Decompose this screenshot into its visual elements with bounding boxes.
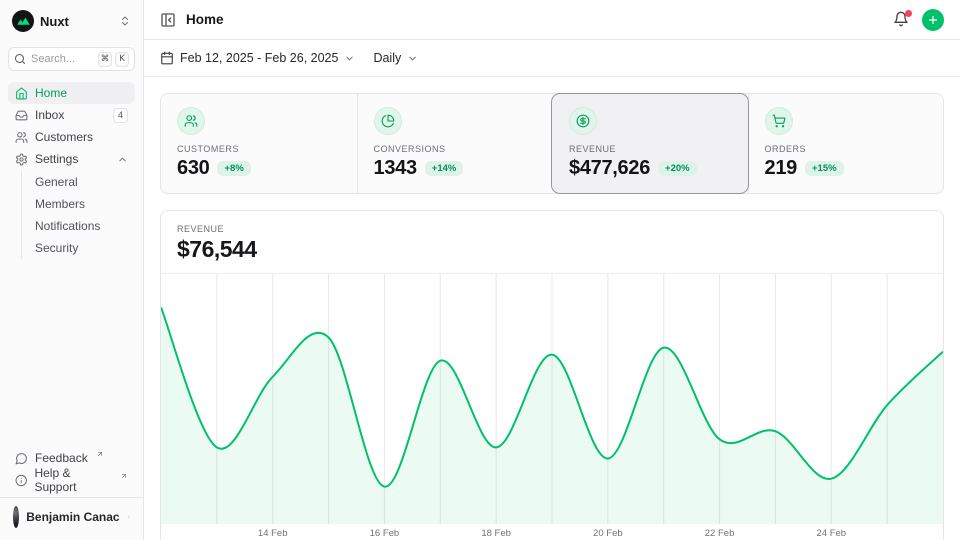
x-axis-tick: 20 Feb: [593, 528, 623, 539]
sidebar-item-security[interactable]: Security: [32, 237, 135, 259]
revenue-chart-plot[interactable]: [161, 274, 943, 524]
dashboard-content: CUSTOMERS 630 +8% CONVERSIONS 1343 +14%: [144, 77, 960, 540]
stat-value: 630: [177, 157, 209, 180]
stat-icon-chip: [177, 107, 205, 135]
sidebar-item-label: Inbox: [35, 108, 64, 122]
notifications-button[interactable]: [893, 11, 910, 28]
search-input[interactable]: [31, 53, 83, 65]
stat-card-conversions[interactable]: CONVERSIONS 1343 +14%: [357, 94, 553, 193]
workspace-name: Nuxt: [40, 14, 113, 29]
settings-sub-nav: General Members Notifications Security: [21, 171, 135, 259]
users-icon: [184, 114, 198, 128]
workspace-switcher[interactable]: Nuxt: [8, 8, 135, 34]
stat-icon-chip: [569, 107, 597, 135]
calendar-icon: [160, 51, 174, 65]
chart-x-axis: 14 Feb 16 Feb 18 Feb 20 Feb 22 Feb 24 Feb: [161, 524, 943, 540]
stat-label: REVENUE: [569, 144, 732, 154]
x-axis-tick: 16 Feb: [370, 528, 400, 539]
users-icon: [15, 131, 28, 144]
sidebar: Nuxt ⌘ K Home Inbox 4 Customers Settings: [0, 0, 144, 540]
nuxt-logo-icon: [12, 10, 34, 32]
date-range-picker[interactable]: Feb 12, 2025 - Feb 26, 2025: [160, 51, 355, 65]
chart-pie-icon: [381, 114, 395, 128]
gear-icon: [15, 153, 28, 166]
interval-value: Daily: [373, 51, 401, 65]
sidebar-item-notifications[interactable]: Notifications: [32, 215, 135, 237]
revenue-chart-card: REVENUE $76,544 14 Feb 16 Feb 18 Feb 20 Feb…: [160, 210, 944, 540]
sidebar-item-label: Settings: [35, 152, 78, 166]
stat-delta-badge: +8%: [217, 161, 250, 176]
stat-label: CUSTOMERS: [177, 144, 341, 154]
arrow-up-right-icon: [120, 472, 128, 480]
stat-label: ORDERS: [765, 144, 928, 154]
date-range-value: Feb 12, 2025 - Feb 26, 2025: [180, 51, 338, 65]
kbd-k: K: [115, 52, 129, 67]
chart-metric-label: REVENUE: [177, 224, 927, 234]
chevron-down-icon: [407, 53, 418, 64]
info-icon: [15, 474, 27, 487]
stat-icon-chip: [374, 107, 402, 135]
stat-delta-badge: +15%: [805, 161, 844, 176]
arrow-up-right-icon: [96, 450, 104, 458]
interval-select[interactable]: Daily: [373, 51, 418, 65]
sidebar-item-customers[interactable]: Customers: [8, 126, 135, 148]
top-bar: Home: [144, 0, 960, 40]
user-name: Benjamin Canac: [26, 510, 119, 524]
stat-icon-chip: [765, 107, 793, 135]
inbox-count-badge: 4: [113, 108, 128, 123]
chart-metric-value: $76,544: [177, 236, 927, 263]
chevrons-up-down-icon: [119, 15, 131, 27]
stats-row: CUSTOMERS 630 +8% CONVERSIONS 1343 +14%: [160, 93, 944, 194]
home-icon: [15, 87, 28, 100]
main-area: Home Feb 12, 2025 - Feb 26, 2025 Daily: [144, 0, 960, 540]
filter-toolbar: Feb 12, 2025 - Feb 26, 2025 Daily: [144, 40, 960, 77]
page-title: Home: [186, 12, 224, 27]
x-axis-tick: 22 Feb: [705, 528, 735, 539]
x-axis-tick: 14 Feb: [258, 528, 288, 539]
inbox-icon: [15, 109, 28, 122]
footer-link-label: Help & Support: [34, 466, 112, 494]
stat-label: CONVERSIONS: [374, 144, 537, 154]
sidebar-item-general[interactable]: General: [32, 171, 135, 193]
sidebar-item-members[interactable]: Members: [32, 193, 135, 215]
sidebar-item-label: Customers: [35, 130, 93, 144]
top-bar-actions: [893, 9, 944, 31]
x-axis-tick: 18 Feb: [481, 528, 511, 539]
user-menu[interactable]: Benjamin Canac: [8, 498, 135, 532]
stat-delta-badge: +20%: [658, 161, 697, 176]
stat-value: 1343: [374, 157, 417, 180]
user-avatar: [13, 506, 19, 528]
search-shortcut: ⌘ K: [98, 52, 129, 67]
shopping-cart-icon: [772, 114, 786, 128]
sidebar-item-home[interactable]: Home: [8, 82, 135, 104]
footer-link-label: Feedback: [35, 451, 88, 465]
revenue-chart-svg: [161, 274, 943, 524]
kbd-meta: ⌘: [98, 52, 112, 67]
search-icon: [14, 53, 26, 65]
sidebar-footer: Feedback Help & Support Benjamin Canac: [8, 447, 135, 532]
chevrons-up-down-icon: [127, 511, 130, 523]
x-axis-tick: 24 Feb: [816, 528, 846, 539]
plus-icon: [927, 14, 939, 26]
stat-card-orders[interactable]: ORDERS 219 +15%: [748, 94, 944, 193]
sidebar-item-settings[interactable]: Settings: [8, 148, 135, 170]
stat-value: 219: [765, 157, 797, 180]
help-support-link[interactable]: Help & Support: [8, 469, 135, 491]
collapse-sidebar-icon[interactable]: [160, 12, 176, 28]
chart-header: REVENUE $76,544: [161, 211, 943, 274]
stat-card-customers[interactable]: CUSTOMERS 630 +8%: [161, 94, 357, 193]
notification-dot: [905, 10, 912, 17]
sidebar-item-label: Home: [35, 86, 67, 100]
stat-value: $477,626: [569, 157, 650, 180]
chevron-up-icon: [117, 154, 128, 165]
message-circle-icon: [15, 452, 28, 465]
circle-dollar-icon: [576, 114, 590, 128]
chevron-down-icon: [344, 53, 355, 64]
stat-delta-badge: +14%: [425, 161, 464, 176]
search-input-wrapper[interactable]: ⌘ K: [8, 47, 135, 71]
stat-card-revenue[interactable]: REVENUE $477,626 +20%: [552, 94, 748, 193]
sidebar-nav: Home Inbox 4 Customers Settings General …: [8, 82, 135, 260]
add-button[interactable]: [922, 9, 944, 31]
sidebar-item-inbox[interactable]: Inbox 4: [8, 104, 135, 126]
